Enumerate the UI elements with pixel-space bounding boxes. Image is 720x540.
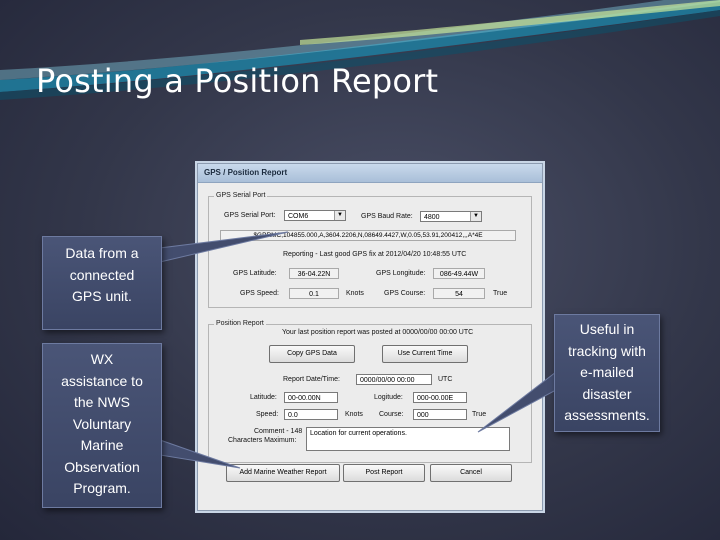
cancel-button[interactable]: Cancel <box>430 464 512 482</box>
gps-serial-port-value: COM6 <box>288 213 309 220</box>
gps-serial-port-select[interactable]: COM6 ▼ <box>284 210 346 221</box>
slide-title: Posting a Position Report <box>36 62 439 100</box>
wx-callout-line: WX <box>90 351 114 367</box>
nmea-sentence-display: $GPRMC,104855.000,A,3604.2206,N,08649.44… <box>220 230 516 241</box>
longitude-label: Logitude: <box>374 394 403 401</box>
comment-label-line-2: Characters Maximum: <box>228 437 297 444</box>
wx-callout-line: assistance to <box>61 372 143 389</box>
gps-longitude-label: GPS Longitude: <box>376 270 426 277</box>
wx-callout-line: Program. <box>73 480 131 496</box>
wx-callout-line: Observation <box>64 458 140 475</box>
position-report-group-title: Position Report <box>214 320 266 327</box>
gps-speed-field: 0.1 <box>289 288 339 299</box>
longitude-field[interactable]: 000-00.00E <box>413 392 467 403</box>
wx-callout-line: the NWS <box>73 394 130 410</box>
latitude-label: Latitude: <box>250 394 277 401</box>
gps-course-field: 54 <box>433 288 485 299</box>
comment-label-line-1: Comment - 148 <box>254 428 303 435</box>
report-date-unit: UTC <box>438 376 453 383</box>
wx-assistance-callout: WX assistance to the NWS Voluntary Marin… <box>42 343 162 508</box>
use-current-time-button[interactable]: Use Current Time <box>382 345 468 363</box>
email-callout-line: Useful in <box>579 321 635 337</box>
gps-baud-rate-select[interactable]: 4800 ▼ <box>420 211 482 222</box>
wx-callout-line: Voluntary <box>72 415 132 432</box>
gps-position-report-dialog: GPS / Position Report GPS Serial Port GP… <box>197 163 543 511</box>
gps-baud-rate-label: GPS Baud Rate: <box>361 213 413 220</box>
course-unit: True <box>472 411 487 418</box>
email-tracking-callout: Useful in tracking with e-mailed disaste… <box>554 314 660 432</box>
dialog-titlebar[interactable]: GPS / Position Report <box>198 164 542 183</box>
latitude-field[interactable]: 00-00.00N <box>284 392 338 403</box>
gps-speed-label: GPS Speed: <box>240 290 279 297</box>
gps-longitude-field: 086-49.44W <box>433 268 485 279</box>
course-field[interactable]: 000 <box>413 409 467 420</box>
chevron-down-icon[interactable]: ▼ <box>334 211 345 220</box>
gps-callout-line: connected <box>69 266 135 283</box>
gps-serial-port-label: GPS Serial Port: <box>224 212 276 219</box>
wx-callout-line: Marine <box>80 437 124 453</box>
gps-data-callout: Data from a connected GPS unit. <box>42 236 162 330</box>
gps-serial-port-group-title: GPS Serial Port <box>214 192 268 199</box>
gps-latitude-field: 36-04.22N <box>289 268 339 279</box>
copy-gps-data-button[interactable]: Copy GPS Data <box>269 345 355 363</box>
gps-baud-rate-value: 4800 <box>424 214 440 221</box>
dialog-title: GPS / Position Report <box>204 168 288 177</box>
comment-textarea[interactable]: Location for current operations. <box>306 427 510 451</box>
email-callout-line: tracking with <box>568 342 646 359</box>
course-label: Course: <box>379 411 404 418</box>
gps-status-text: Reporting - Last good GPS fix at 2012/04… <box>283 251 467 258</box>
last-report-text: Your last position report was posted at … <box>282 329 474 336</box>
speed-unit: Knots <box>345 411 363 418</box>
email-callout-line: e-mailed <box>580 364 634 380</box>
gps-course-label: GPS Course: <box>384 290 426 297</box>
post-report-button[interactable]: Post Report <box>343 464 425 482</box>
gps-course-unit: True <box>493 290 508 297</box>
email-callout-line: assessments. <box>564 407 650 423</box>
add-marine-weather-report-button[interactable]: Add Marine Weather Report <box>226 464 340 482</box>
speed-field[interactable]: 0.0 <box>284 409 338 420</box>
gps-callout-line: GPS unit. <box>72 288 132 304</box>
chevron-down-icon[interactable]: ▼ <box>470 212 481 221</box>
gps-latitude-label: GPS Latitude: <box>233 270 277 277</box>
email-callout-line: disaster <box>582 385 632 402</box>
gps-speed-unit: Knots <box>346 290 364 297</box>
gps-callout-line: Data from a <box>65 245 139 261</box>
report-date-label: Report Date/Time: <box>283 376 340 383</box>
speed-label: Speed: <box>256 411 279 418</box>
report-date-field[interactable]: 0000/00/00 00:00 <box>356 374 432 385</box>
